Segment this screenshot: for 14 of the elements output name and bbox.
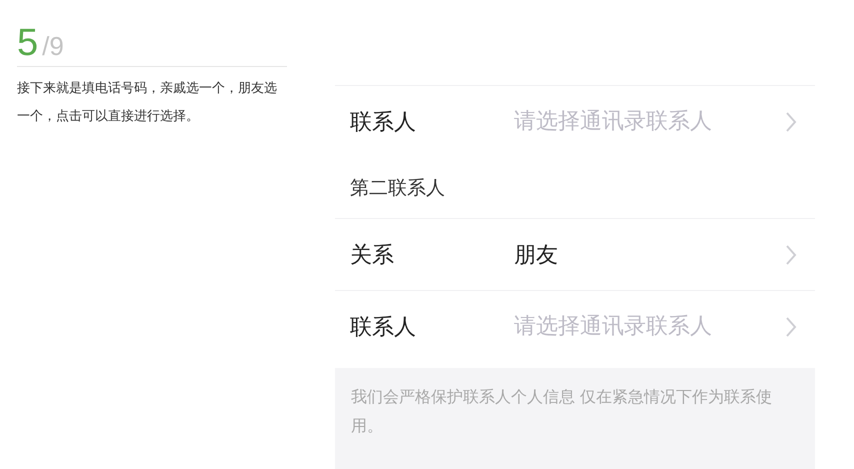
chevron-icon xyxy=(785,110,797,132)
section-title: 第二联系人 xyxy=(335,157,815,219)
chevron-icon xyxy=(785,316,797,338)
select-field[interactable]: 请选择通讯录联系人 xyxy=(514,109,774,134)
chevron-icon xyxy=(785,244,797,266)
select-field[interactable]: 朋友 xyxy=(514,242,774,267)
privacy-notice: 我们会严格保护联系人个人信息 仅在紧急情况下作为联系使用。 xyxy=(335,368,815,469)
description: 接下来就是填电话号码，亲戚选一个，朋友选一个，点击可以直接进行选择。 xyxy=(17,80,278,126)
field-label: 关系 xyxy=(350,242,395,270)
field-label: 联系人 xyxy=(350,108,417,136)
step-total: /9 xyxy=(42,31,64,62)
step-number: 5 xyxy=(17,24,38,62)
field-label: 联系人 xyxy=(350,314,417,342)
select-field[interactable]: 请选择通讯录联系人 xyxy=(514,314,774,339)
